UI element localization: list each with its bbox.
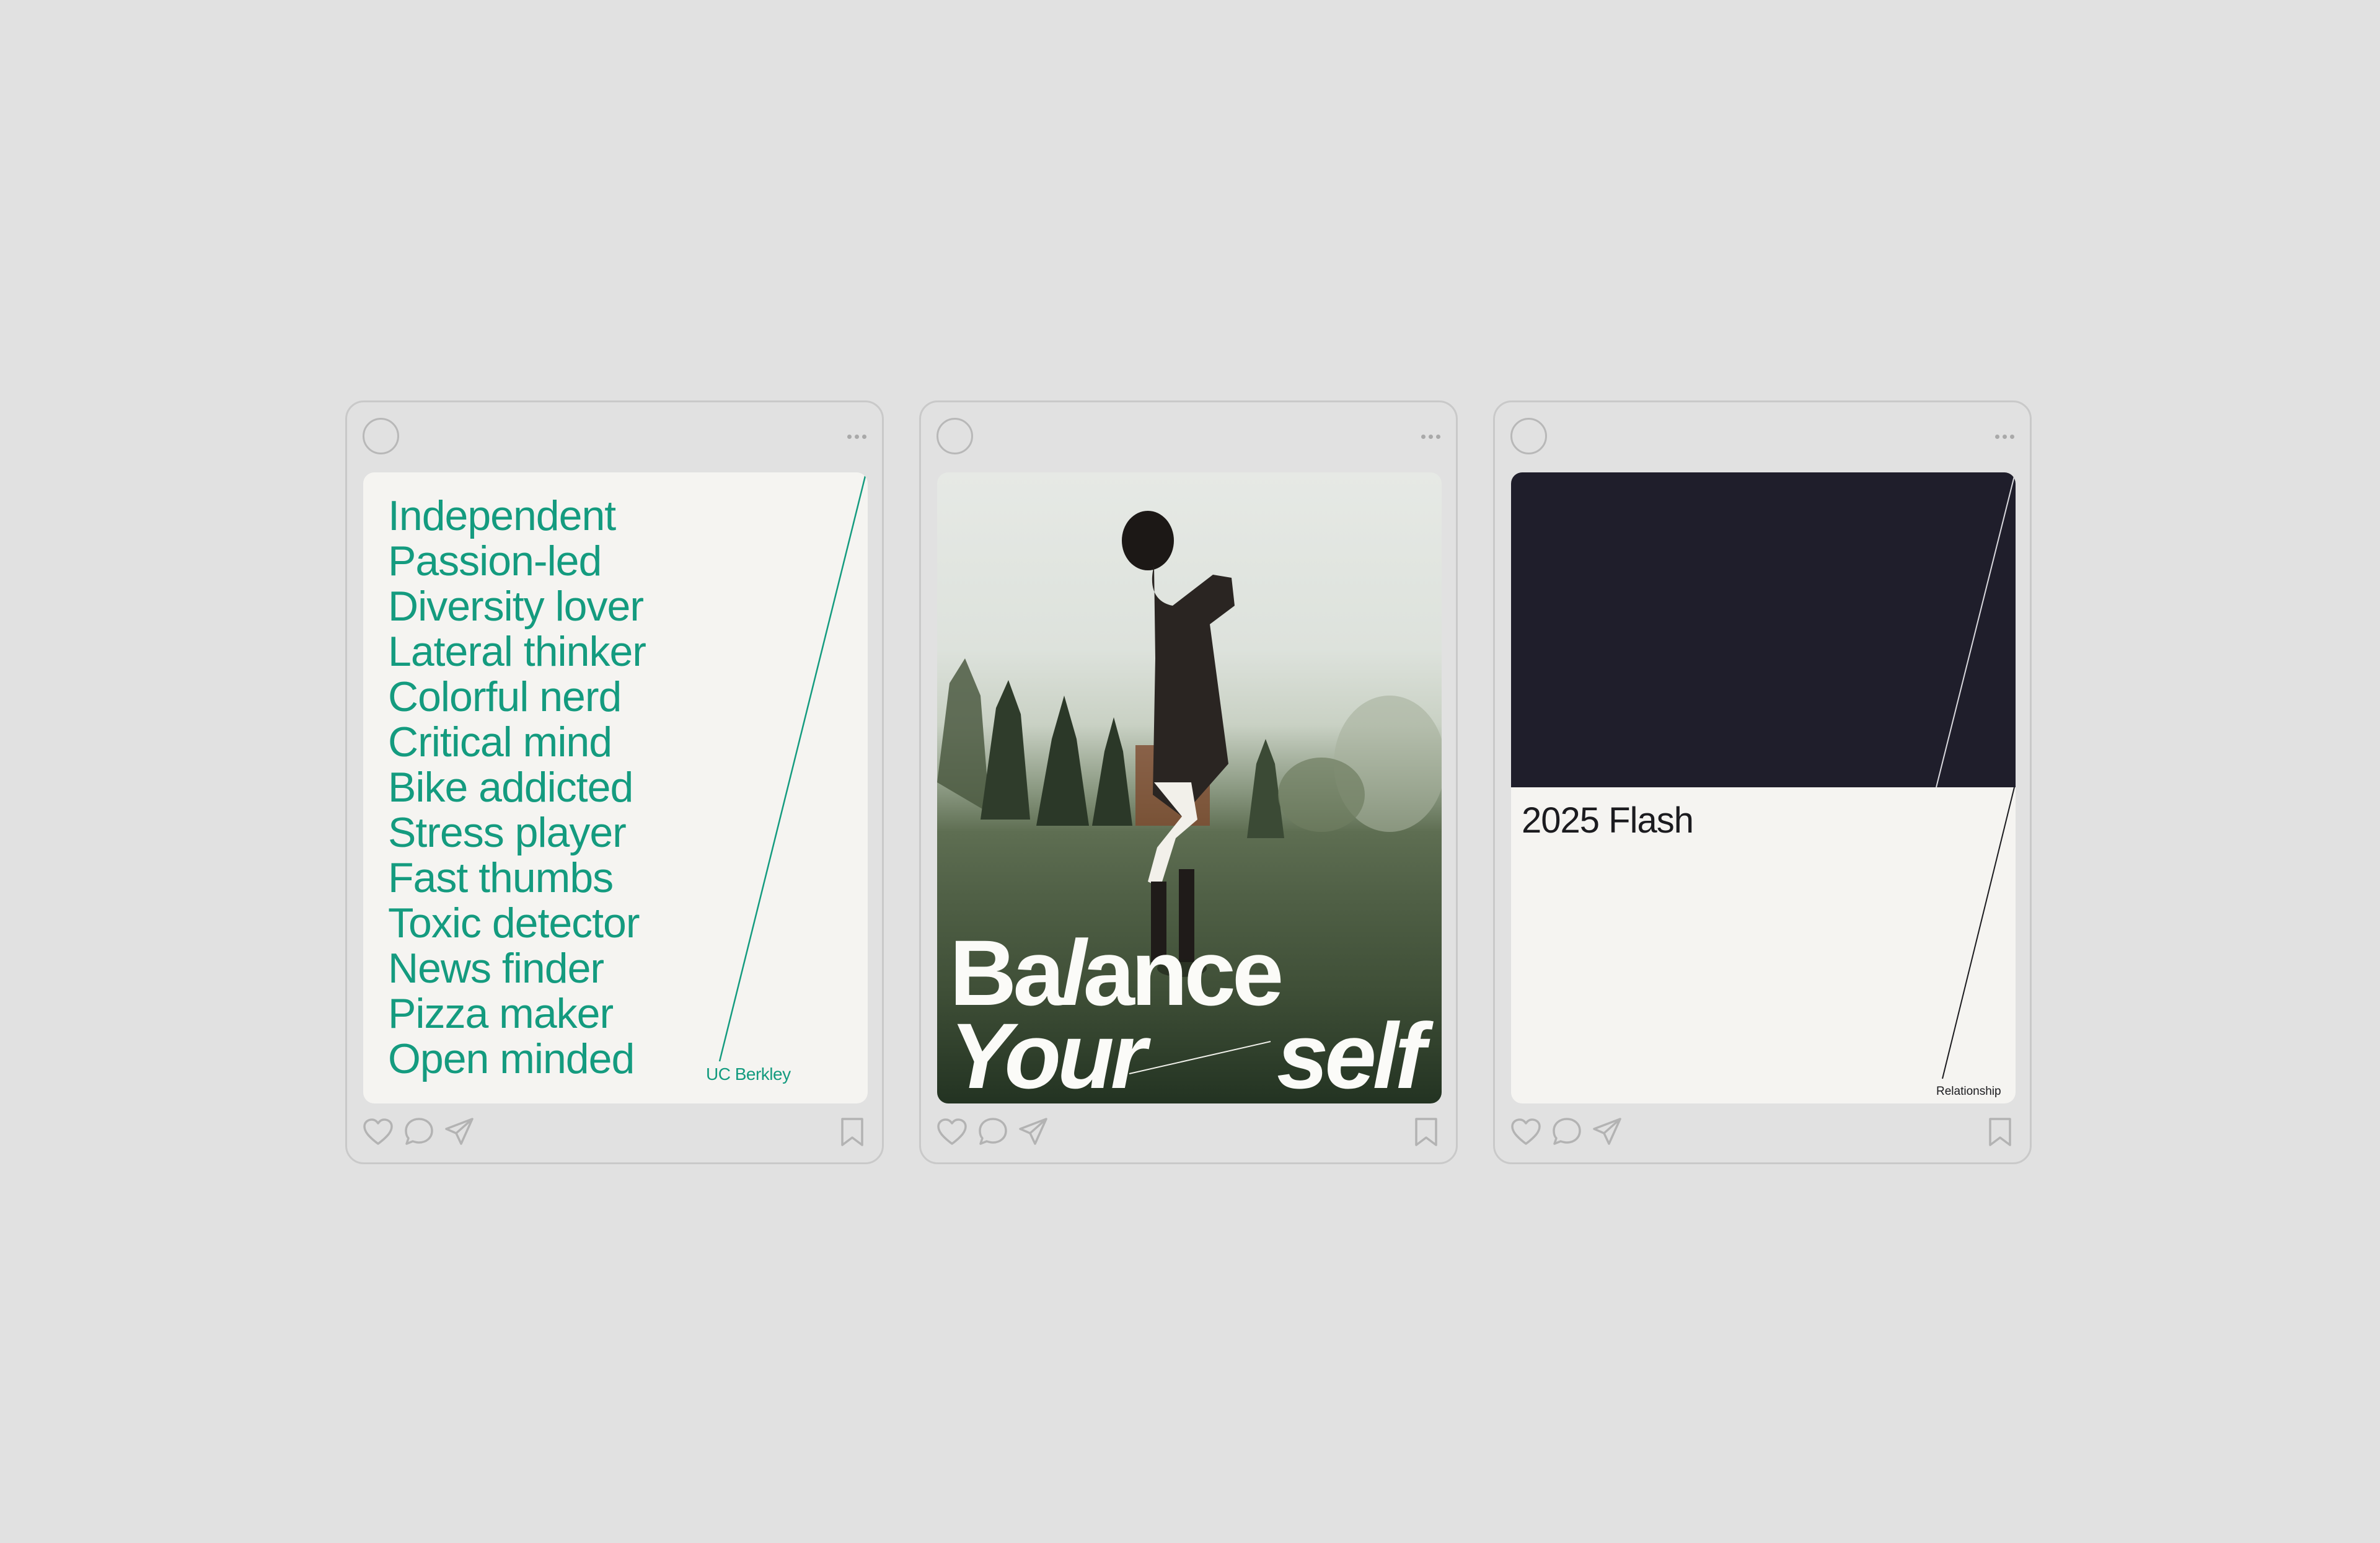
comment-icon[interactable] (1551, 1116, 1583, 1147)
more-dots-icon[interactable] (1421, 435, 1440, 439)
bookmark-icon[interactable] (1986, 1117, 2014, 1147)
post-actions (362, 1116, 476, 1147)
comment-icon[interactable] (403, 1116, 435, 1147)
share-icon[interactable] (1592, 1116, 1624, 1147)
post-actions (936, 1116, 1050, 1147)
heart-icon[interactable] (362, 1118, 394, 1146)
comment-icon[interactable] (977, 1116, 1009, 1147)
post-title: 2025 Flash (1522, 800, 1694, 841)
post-card-2: Balance Your self (919, 400, 1458, 1164)
more-dots-icon[interactable] (1995, 435, 2014, 439)
post-image-2[interactable]: Balance Your self (937, 472, 1442, 1103)
post-card-3: 2025 Flash Relationship (1493, 400, 2032, 1164)
caption: Relationship (1936, 1085, 2001, 1098)
bookmark-icon[interactable] (839, 1117, 866, 1147)
headline-self: self (1277, 1004, 1426, 1103)
diagonal-line (1936, 475, 2015, 1079)
share-icon[interactable] (1018, 1116, 1050, 1147)
heart-icon[interactable] (1510, 1118, 1542, 1146)
avatar[interactable] (937, 418, 973, 454)
post-image-1[interactable]: Independent Passion-led Diversity lover … (363, 472, 868, 1103)
post-actions (1510, 1116, 1624, 1147)
bookmark-icon[interactable] (1413, 1117, 1440, 1147)
headline-your: Your (950, 1004, 1147, 1103)
caption: UC Berkley (706, 1064, 791, 1084)
post-image-3[interactable]: 2025 Flash Relationship (1511, 472, 2016, 1103)
more-dots-icon[interactable] (847, 435, 866, 439)
avatar[interactable] (1510, 418, 1547, 454)
share-icon[interactable] (444, 1116, 476, 1147)
heart-icon[interactable] (936, 1118, 968, 1146)
post-card-1: Independent Passion-led Diversity lover … (345, 400, 884, 1164)
avatar[interactable] (363, 418, 399, 454)
diagonal-line (718, 475, 866, 1062)
